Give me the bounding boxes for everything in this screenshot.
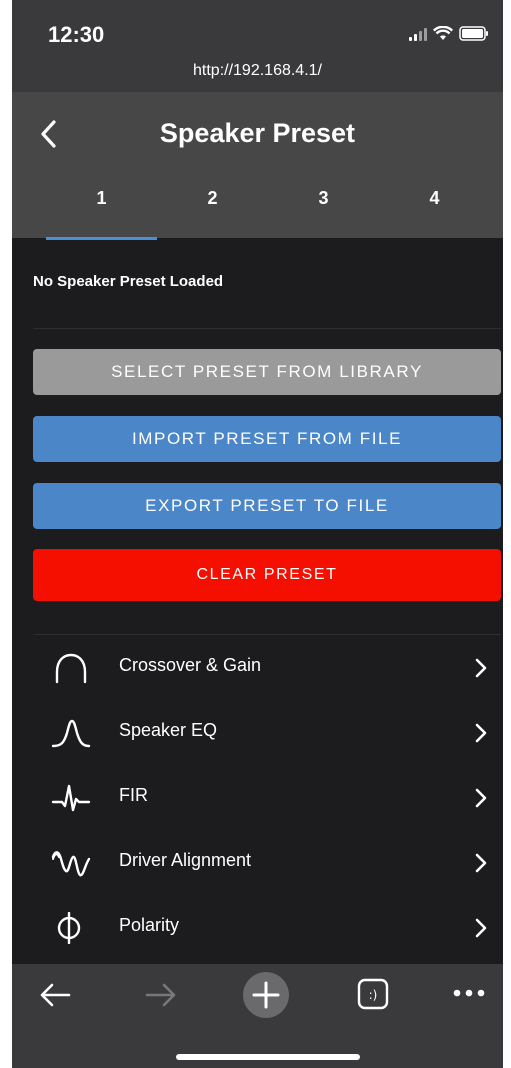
select-preset-button[interactable]: SELECT PRESET FROM LIBRARY xyxy=(33,349,501,395)
tabs-count-icon[interactable]: :) xyxy=(357,978,389,1010)
menu-item-fir[interactable]: FIR xyxy=(33,768,501,828)
wifi-icon xyxy=(433,26,453,41)
import-preset-button[interactable]: IMPORT PRESET FROM FILE xyxy=(33,416,501,462)
fir-impulse-icon xyxy=(51,784,91,812)
status-time: 12:30 xyxy=(48,22,105,47)
divider xyxy=(33,634,501,635)
status-bar: 12:30 http://192.168.4.1/ xyxy=(12,0,503,92)
chevron-right-icon xyxy=(475,788,487,808)
preset-status-text: No Speaker Preset Loaded xyxy=(33,273,224,290)
eq-bell-icon xyxy=(51,719,91,748)
new-tab-plus-icon[interactable] xyxy=(242,971,290,1019)
phone-screen: 12:30 http://192.168.4.1/ Speaker Preset… xyxy=(12,0,503,1068)
alignment-wave-icon xyxy=(51,851,91,877)
menu-item-label: Crossover & Gain xyxy=(119,655,262,675)
tab-1[interactable]: 1 xyxy=(46,180,157,240)
menu-item-polarity[interactable]: Polarity xyxy=(33,898,501,958)
page-header: Speaker Preset 1 2 3 4 xyxy=(12,92,503,240)
home-indicator xyxy=(176,1054,360,1060)
chevron-right-icon xyxy=(475,918,487,938)
browser-forward-icon[interactable] xyxy=(144,980,178,1010)
status-icons xyxy=(409,26,489,41)
export-preset-button[interactable]: EXPORT PRESET TO FILE xyxy=(33,483,501,529)
clear-preset-button[interactable]: CLEAR PRESET xyxy=(33,549,501,601)
address-url[interactable]: http://192.168.4.1/ xyxy=(12,62,503,80)
menu-item-speaker-eq[interactable]: Speaker EQ xyxy=(33,703,501,763)
crossover-icon xyxy=(55,653,87,684)
menu-item-label: Driver Alignment xyxy=(119,850,252,870)
menu-item-label: Speaker EQ xyxy=(119,720,218,740)
menu-item-label: Polarity xyxy=(119,915,180,935)
browser-toolbar: :) xyxy=(12,964,503,1068)
divider xyxy=(33,328,501,329)
polarity-phi-icon xyxy=(57,912,81,944)
menu-item-crossover-gain[interactable]: Crossover & Gain xyxy=(33,638,501,698)
menu-item-label: FIR xyxy=(119,785,148,805)
battery-icon xyxy=(459,26,489,41)
browser-back-icon[interactable] xyxy=(38,980,72,1010)
tab-3[interactable]: 3 xyxy=(268,180,379,238)
signal-icon xyxy=(409,27,427,41)
chevron-right-icon xyxy=(475,658,487,678)
more-options-icon[interactable] xyxy=(452,988,486,998)
chevron-right-icon xyxy=(475,853,487,873)
menu-item-driver-alignment[interactable]: Driver Alignment xyxy=(33,833,501,893)
tab-2[interactable]: 2 xyxy=(157,180,268,238)
preset-tabs: 1 2 3 4 xyxy=(46,180,490,240)
svg-text::): :) xyxy=(369,988,378,1002)
chevron-right-icon xyxy=(475,723,487,743)
page-title: Speaker Preset xyxy=(159,118,356,148)
tab-4[interactable]: 4 xyxy=(379,180,490,238)
